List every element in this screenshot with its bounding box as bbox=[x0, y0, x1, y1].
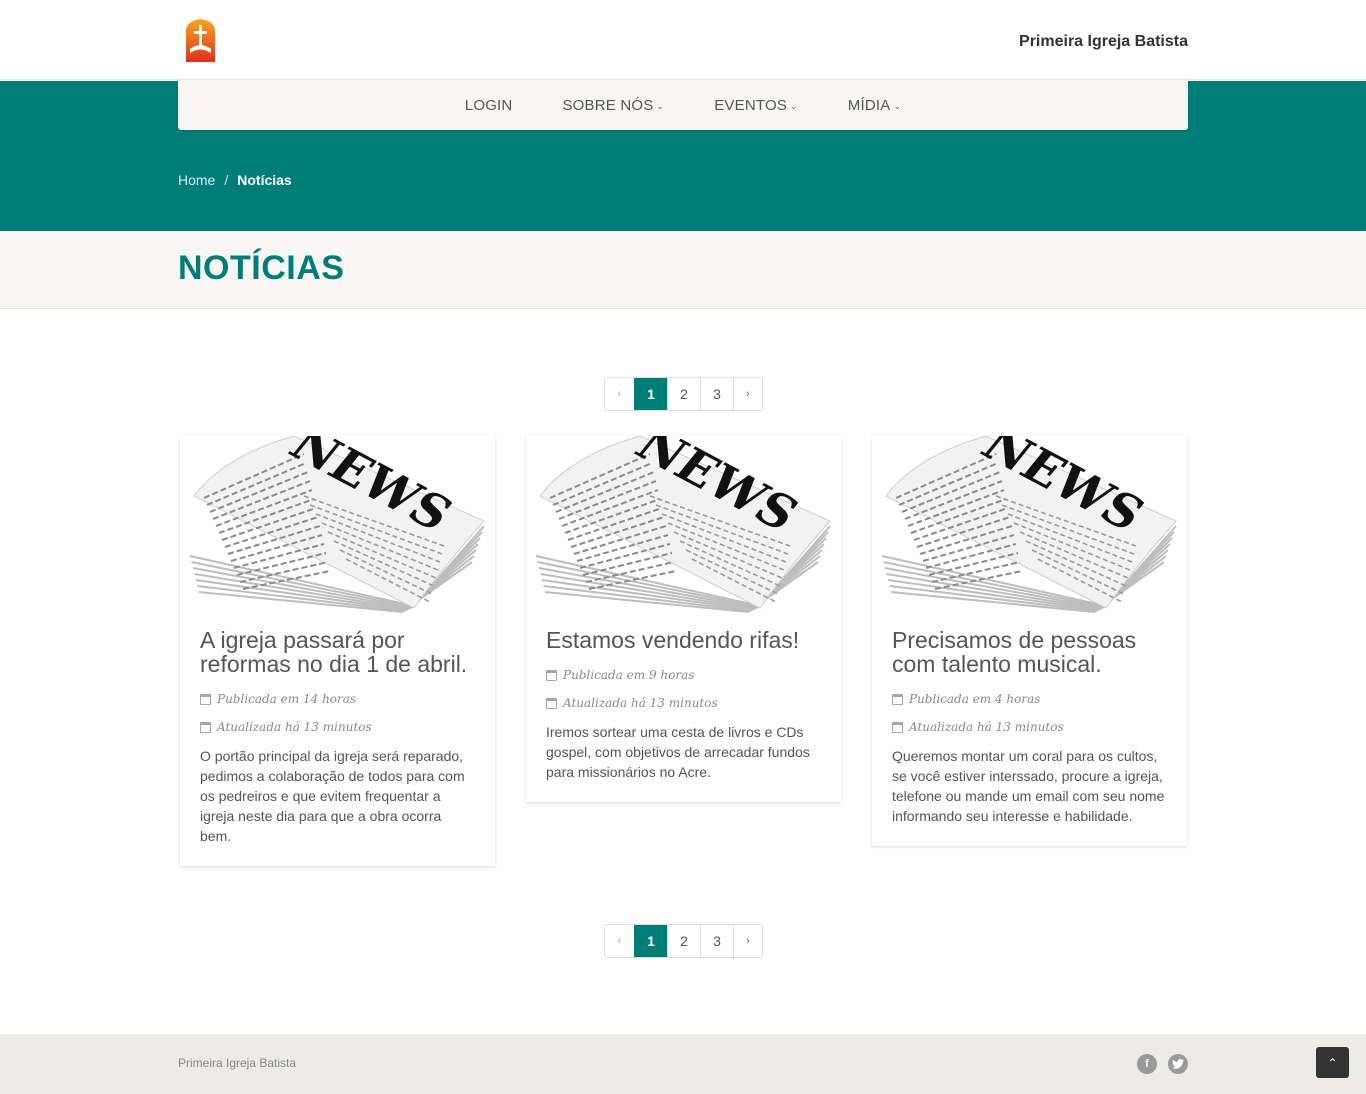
news-published: Publicada em 9 horas bbox=[546, 668, 821, 682]
chevron-down-icon: ⌄ bbox=[656, 101, 665, 111]
nav-eventos[interactable]: EVENTOS ⌄ bbox=[714, 97, 798, 114]
calendar-icon bbox=[892, 693, 903, 705]
news-updated: Atualizada há 13 minutos bbox=[892, 720, 1167, 734]
updated-text: Atualizada há 13 minutos bbox=[909, 720, 1064, 734]
published-text: Publicada em 4 horas bbox=[909, 692, 1041, 706]
published-text: Publicada em 9 horas bbox=[563, 668, 695, 682]
nav-login[interactable]: LOGIN bbox=[465, 97, 513, 114]
pagination-page-3[interactable]: 3 bbox=[700, 925, 733, 957]
calendar-icon bbox=[200, 721, 211, 733]
pagination-page-1[interactable]: 1 bbox=[634, 925, 667, 957]
newspaper-image[interactable]: NEWS bbox=[526, 436, 841, 614]
news-text: Iremos sortear uma cesta de livros e CDs… bbox=[546, 724, 810, 780]
pagination-page-3[interactable]: 3 bbox=[700, 378, 733, 410]
updated-text: Atualizada há 13 minutos bbox=[217, 720, 372, 734]
footer: Primeira Igreja Batista f bbox=[0, 1034, 1366, 1094]
pagination-prev[interactable]: ‹ bbox=[605, 925, 634, 957]
pagination-page-2[interactable]: 2 bbox=[667, 925, 700, 957]
published-text: Publicada em 14 horas bbox=[217, 692, 357, 706]
chevron-down-icon: ⌄ bbox=[790, 101, 798, 111]
news-card: NEWS A igreja passará por reformas no di… bbox=[180, 436, 495, 866]
site-title[interactable]: Primeira Igreja Batista bbox=[1019, 33, 1188, 51]
top-header: Primeira Igreja Batista bbox=[0, 0, 1366, 80]
news-published: Publicada em 4 horas bbox=[892, 692, 1167, 706]
news-updated: Atualizada há 13 minutos bbox=[546, 696, 821, 710]
twitter-bird-icon bbox=[1172, 1059, 1184, 1069]
chevron-down-icon: ⌄ bbox=[893, 101, 902, 111]
newspaper-image[interactable]: NEWS bbox=[872, 436, 1187, 614]
news-card: NEWS Estamos vendendo rifas! Publicada e… bbox=[526, 436, 841, 802]
calendar-icon bbox=[200, 693, 211, 705]
footer-text: Primeira Igreja Batista bbox=[178, 1056, 297, 1070]
news-title[interactable]: Estamos vendendo rifas! bbox=[546, 628, 821, 652]
pagination-next[interactable]: › bbox=[733, 378, 762, 410]
pagination-page-1[interactable]: 1 bbox=[634, 378, 667, 410]
news-updated: Atualizada há 13 minutos bbox=[200, 720, 475, 734]
calendar-icon bbox=[892, 721, 903, 733]
calendar-icon bbox=[546, 669, 557, 681]
breadcrumb: Home / Notícias bbox=[178, 172, 292, 188]
updated-text: Atualizada há 13 minutos bbox=[563, 696, 718, 710]
nav-label: EVENTOS bbox=[714, 97, 788, 114]
nav-midia[interactable]: MÍDIA ⌄ bbox=[848, 97, 901, 114]
nav-sobre-nos[interactable]: SOBRE NÓS ⌄ bbox=[562, 97, 664, 114]
breadcrumb-current: Notícias bbox=[237, 172, 292, 188]
nav-label: SOBRE NÓS bbox=[562, 97, 654, 114]
page-title: NOTÍCIAS bbox=[178, 249, 345, 287]
news-card: NEWS Precisamos de pessoas com talento m… bbox=[872, 436, 1187, 846]
pagination-prev[interactable]: ‹ bbox=[605, 378, 634, 410]
double-chevron-up-icon: ⌃ bbox=[1327, 1055, 1338, 1070]
facebook-icon[interactable]: f bbox=[1137, 1054, 1157, 1074]
main-navbar: LOGIN SOBRE NÓS ⌄ EVENTOS ⌄ MÍDIA ⌄ bbox=[178, 81, 1188, 130]
breadcrumb-separator: / bbox=[224, 172, 229, 188]
pagination-bottom: ‹ 1 2 3 › bbox=[604, 924, 763, 958]
breadcrumb-home[interactable]: Home bbox=[178, 172, 215, 188]
pagination-next[interactable]: › bbox=[733, 925, 762, 957]
pagination-page-2[interactable]: 2 bbox=[667, 378, 700, 410]
back-to-top-button[interactable]: ⌃ bbox=[1316, 1047, 1349, 1078]
news-title[interactable]: A igreja passará por reformas no dia 1 d… bbox=[200, 628, 475, 676]
nav-label: LOGIN bbox=[464, 97, 513, 114]
page-title-bar: NOTÍCIAS bbox=[0, 231, 1366, 309]
twitter-icon[interactable] bbox=[1168, 1054, 1188, 1074]
news-text: O portão principal da igreja será repara… bbox=[200, 748, 465, 844]
calendar-icon bbox=[546, 697, 557, 709]
news-published: Publicada em 14 horas bbox=[200, 692, 475, 706]
newspaper-image[interactable]: NEWS bbox=[180, 436, 495, 614]
pagination-top: ‹ 1 2 3 › bbox=[604, 377, 763, 411]
news-text: Queremos montar um coral para os cultos,… bbox=[892, 748, 1165, 824]
nav-label: MÍDIA bbox=[847, 97, 891, 114]
hero-band: LOGIN SOBRE NÓS ⌄ EVENTOS ⌄ MÍDIA ⌄ Home… bbox=[0, 81, 1366, 231]
church-logo-icon[interactable] bbox=[184, 19, 217, 62]
news-title[interactable]: Precisamos de pessoas com talento musica… bbox=[892, 628, 1167, 676]
